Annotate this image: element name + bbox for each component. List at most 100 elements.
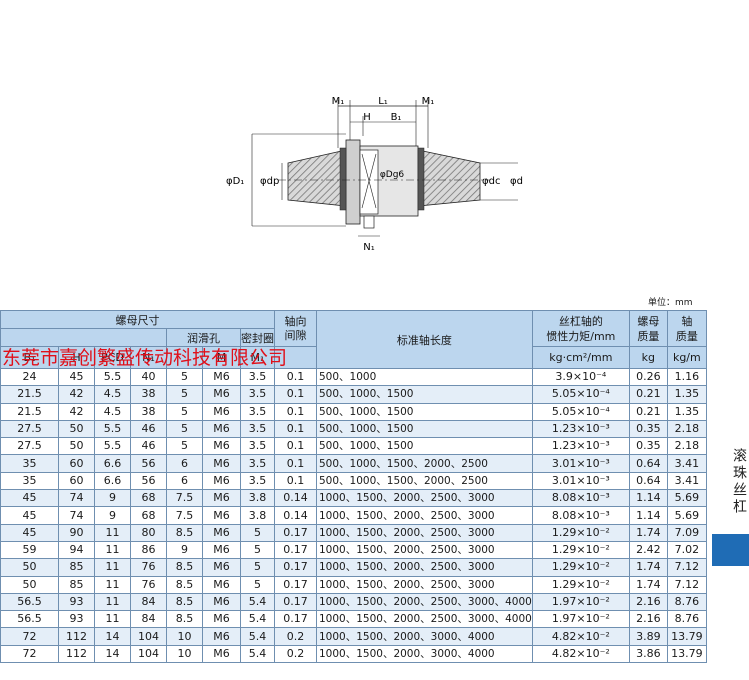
table-cell: 45 [0,506,59,525]
table-cell: 46 [130,419,167,439]
table-row: 45 90 11 80 8.5 M6 5 0.17 1000、1500、2000、2500、30… [0,523,707,542]
table-cell: 1000、1500、2000、2500、3000 [316,523,533,542]
table-row: 21.5 42 4.5 38 5 M6 3.5 0.1 500、1000、1500 5.05×10… [0,385,707,404]
table-cell: 6.6 [94,454,131,473]
table-cell: 3.5 [240,419,275,439]
table-cell: 1.23×10⁻³ [531,437,630,456]
table-cell: 11 [94,592,131,612]
table-cell: 8.5 [166,610,203,629]
table-cell: 0.26 [628,367,668,387]
table-cell: 0.1 [274,402,317,421]
table-cell: 0.17 [274,523,317,542]
table-cell: M6 [202,644,241,664]
company-watermark: 东莞市嘉创繁盛传动科技有限公司 [2,347,288,369]
table-cell: 3.8 [240,489,275,508]
table-cell: 3.8 [240,506,275,525]
table-cell: 1000、1500、2000、3000、4000 [316,627,533,646]
table-cell: 86 [130,540,167,560]
table-cell: 1.97×10⁻² [531,610,630,629]
side-section-title: 滚珠丝杠 [731,448,747,516]
table-row: 24 45 5.5 40 5 M6 3.5 0.1 500、1000 3.9×10⁻⁴ 0.26 1.… [0,367,707,387]
table-cell: 40 [130,367,167,387]
table-cell: 5 [240,523,275,542]
table-row: 45 74 9 68 7.5 M6 3.8 0.14 1000、1500、2000、2500、3… [0,489,707,508]
table-cell: 60 [58,454,95,473]
table-cell: 2.16 [628,592,668,612]
table-row: 50 85 11 76 8.5 M6 5 0.17 1000、1500、2000、2500、30… [0,558,707,577]
table-cell: 5.4 [240,627,275,646]
side-section-tab [712,534,749,566]
table-cell: 6 [166,471,203,491]
table-cell: 7.12 [666,575,707,594]
table-cell: 93 [58,592,95,612]
header-inertia-2: 惯性力矩/mm [546,329,616,343]
table-cell: 8.08×10⁻³ [531,506,630,525]
table-cell: 1.97×10⁻² [531,592,630,612]
table-row: 35 60 6.6 56 6 M6 3.5 0.1 500、1000、1500、2000、250… [0,454,707,473]
ball-screw-nut-drawing: M₁ L₁ M₁ H B₁ N₁ φD₁ φdp φDg6 φdc φd [226,96,523,253]
table-cell: 7.09 [666,523,707,542]
table-cell: 500、1000、1500、2000、2500 [316,454,533,473]
table-cell: 0.1 [274,471,317,491]
table-row: 50 85 11 76 8.5 M6 5 0.17 1000、1500、2000、2500、30… [0,575,707,594]
table-cell: 1.74 [628,523,668,542]
table-cell: 24 [0,367,59,387]
table-cell: 1.29×10⁻² [531,523,630,542]
label-d1: φD₁ [226,176,244,187]
header-std-length: 标准轴长度 [316,310,533,369]
table-cell: 500、1000、1500 [316,437,533,456]
table-cell: 9 [166,540,203,560]
table-cell: 11 [94,575,131,594]
table-cell: 9 [94,506,131,525]
table-cell: 84 [130,610,167,629]
table-cell: 11 [94,540,131,560]
header-inertia-unit: kg·cm²/mm [531,346,630,369]
table-cell: 0.35 [628,437,668,456]
table-cell: 11 [94,558,131,577]
table-cell: 3.41 [666,471,707,491]
table-cell: 5 [166,402,203,421]
table-cell: 0.1 [274,437,317,456]
table-cell: 14 [94,644,131,664]
table-cell: 3.5 [240,385,275,404]
label-dc: φdc [482,176,500,187]
table-cell: 5 [240,575,275,594]
label-m1-right: M₁ [422,96,435,107]
header-inertia: 丝杠轴的 惯性力矩/mm [531,310,630,347]
table-cell: 0.17 [274,540,317,560]
header-nut-mass-1: 螺母 [637,314,660,328]
table-row: 56.5 93 11 84 8.5 M6 5.4 0.17 1000、1500、2000、250… [0,592,707,612]
table-cell: 5.69 [666,489,707,508]
table-cell: 500、1000 [316,367,533,387]
table-cell: 1000、1500、2000、2500、3000、4000 [316,592,533,612]
table-cell: 93 [58,610,95,629]
table-cell: 500、1000、1500 [316,402,533,421]
header-shaft-mass-1: 轴 [681,314,693,328]
header-shaft-mass-2: 质量 [675,329,698,343]
table-cell: 0.17 [274,575,317,594]
table-cell: 74 [58,506,95,525]
table-cell: 3.5 [240,367,275,387]
table-cell: 5.05×10⁻⁴ [531,402,630,421]
table-cell: 1.14 [628,506,668,525]
table-cell: 1000、1500、2000、2500、3000、4000 [316,610,533,629]
table-cell: M6 [202,367,241,387]
table-cell: 0.1 [274,367,317,387]
table-cell: M6 [202,506,241,525]
table-cell: 3.86 [628,644,668,664]
table-cell: 2.16 [628,610,668,629]
table-cell: 50 [58,419,95,439]
table-cell: M6 [202,471,241,491]
table-cell: 9 [94,489,131,508]
table-cell: M6 [202,489,241,508]
table-cell: 11 [94,610,131,629]
table-cell: 21.5 [0,385,59,404]
table-cell: 0.64 [628,471,668,491]
table-cell: 8.08×10⁻³ [531,489,630,508]
table-cell: 45 [58,367,95,387]
table-cell: 500、1000、1500 [316,385,533,404]
table-cell: 10 [166,627,203,646]
table-cell: 1.35 [666,402,707,421]
table-cell: 27.5 [0,437,59,456]
table-cell: 72 [0,627,59,646]
